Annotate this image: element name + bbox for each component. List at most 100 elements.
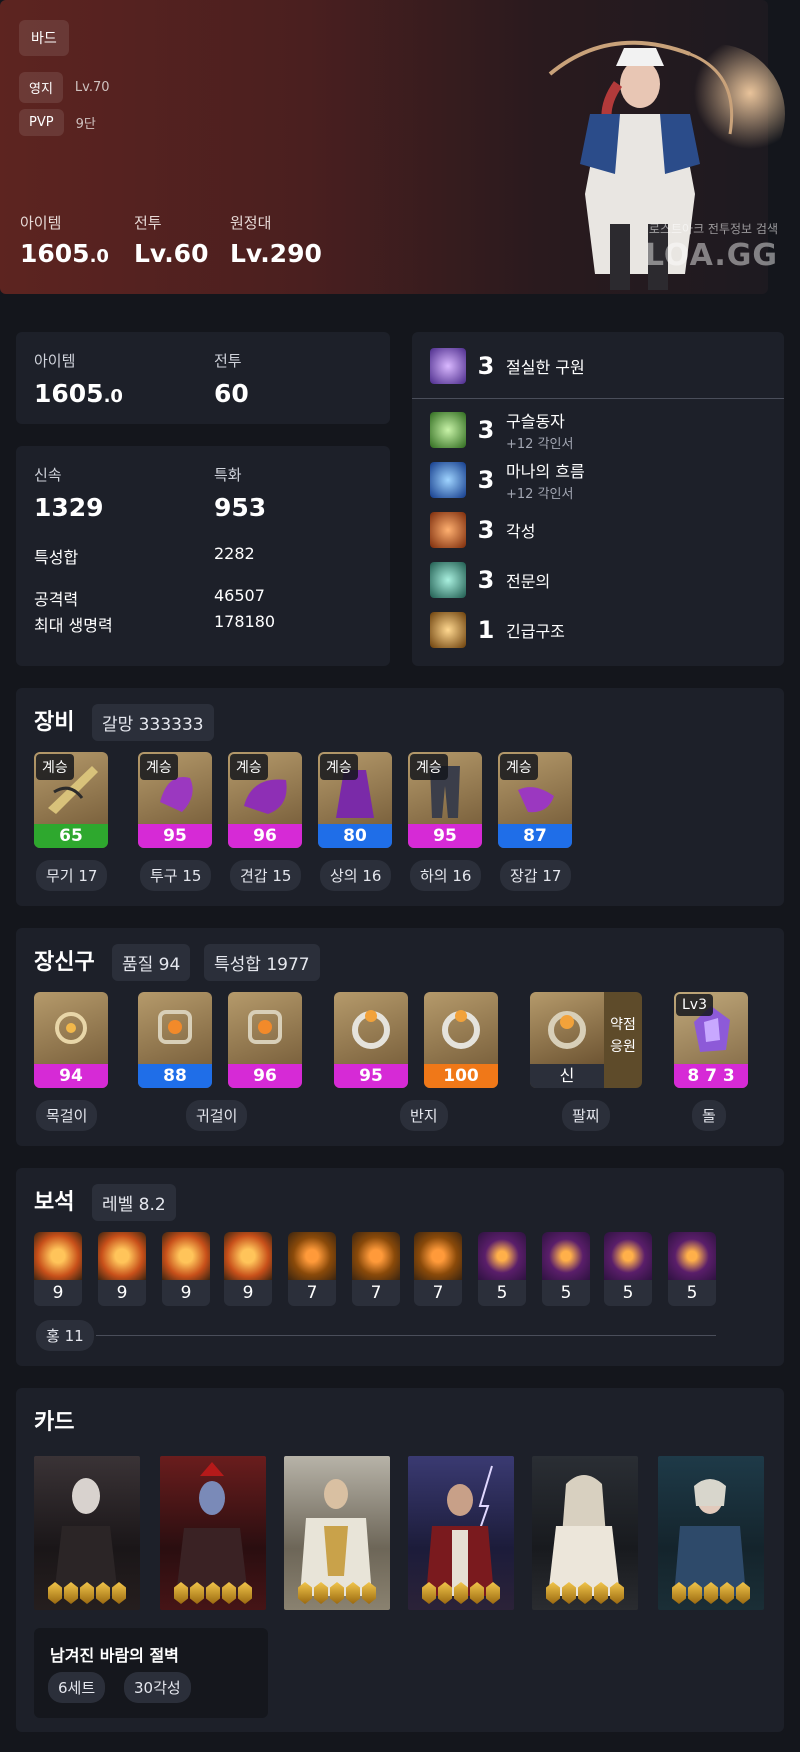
card[interactable]: [284, 1456, 390, 1610]
gem[interactable]: 5: [478, 1232, 526, 1306]
equipment-helmet[interactable]: 계승 95: [138, 752, 212, 848]
gem[interactable]: 5: [542, 1232, 590, 1306]
gem[interactable]: 5: [604, 1232, 652, 1306]
accessory-necklace[interactable]: 94: [34, 992, 108, 1088]
gem[interactable]: 9: [98, 1232, 146, 1306]
gem-level: 9: [224, 1280, 272, 1306]
estate-row: 영지 Lv.70: [19, 72, 110, 103]
swiftness-label: 신속: [34, 466, 62, 484]
max-hp-label: 최대 생명력: [34, 616, 113, 635]
card[interactable]: [408, 1456, 514, 1610]
combat-level-label: 전투: [214, 352, 242, 370]
bracelet-grade: 신: [530, 1064, 604, 1088]
card[interactable]: [658, 1456, 764, 1610]
item-level-label: 아이템: [34, 352, 76, 370]
card-awakening: [34, 1582, 140, 1604]
equipment-pants[interactable]: 계승 95: [408, 752, 482, 848]
gem[interactable]: 9: [224, 1232, 272, 1306]
stat-total-label: 특성합: [34, 548, 79, 567]
quality-bar: 95: [334, 1064, 408, 1088]
inherit-badge: 계승: [140, 754, 178, 780]
engraving-level: 1: [477, 616, 495, 644]
estate-value: Lv.70: [74, 80, 110, 95]
accessory-ring[interactable]: 100: [424, 992, 498, 1088]
equipment-label: 투구 15: [140, 860, 212, 891]
watermark-caption: 로스트아크 전투정보 검색: [648, 222, 778, 236]
stats-panel: 신속 1329 특화 953 특성합 2282 공격력 46507 최대 생명력…: [16, 446, 390, 666]
equipment-shoulder[interactable]: 계승 96: [228, 752, 302, 848]
swiftness-value: 1329: [34, 493, 104, 522]
gem-blossom-icon: [542, 1232, 590, 1280]
quality-bar: 96: [228, 1064, 302, 1088]
card-awakening: [284, 1582, 390, 1604]
equipment-weapon[interactable]: 계승 65: [34, 752, 108, 848]
hero-combat-value: Lv.60: [134, 239, 209, 268]
gem[interactable]: 9: [34, 1232, 82, 1306]
gem-level: 5: [668, 1280, 716, 1306]
attack-value: 46507: [214, 586, 265, 605]
pvp-value: 9단: [75, 117, 96, 132]
gems-panel: 보석 레벨 8.2 9 9 9 9 7 7 7 5 5 5 5 홍 11: [16, 1168, 784, 1366]
earring-icon: [248, 1010, 282, 1044]
engraving-level: 3: [477, 466, 495, 494]
hero-expedition-label: 원정대: [230, 214, 272, 232]
card-awakening: [658, 1582, 764, 1604]
gem-doomfire-icon: [162, 1232, 210, 1280]
equipment-gloves[interactable]: 계승 87: [498, 752, 572, 848]
equipment-label: 상의 16: [320, 860, 392, 891]
quality-bar: 65: [34, 824, 108, 848]
gem-level: 5: [478, 1280, 526, 1306]
accessory-earring[interactable]: 96: [228, 992, 302, 1088]
combat-level-block: 전투 60: [214, 350, 249, 408]
gem-blossom-icon: [668, 1232, 716, 1280]
accessories-quality-tag: 품질 94: [112, 944, 191, 981]
watermark-logo: LOA.GG: [644, 238, 778, 273]
engraving-row[interactable]: 3 구슬동자 +12 각인서: [430, 410, 573, 452]
hero-item-main: 1605: [20, 239, 90, 268]
accessory-label-stone: 돌: [692, 1100, 726, 1131]
specialization-label: 특화: [214, 466, 242, 484]
engraving-row[interactable]: 3 절실한 구원: [430, 346, 585, 386]
hero-expedition-level: 원정대 Lv.290: [230, 212, 322, 268]
gem[interactable]: 7: [352, 1232, 400, 1306]
accessory-earring[interactable]: 88: [138, 992, 212, 1088]
desperate-salvation-icon: [430, 348, 466, 384]
card[interactable]: [160, 1456, 266, 1610]
equipment-chest[interactable]: 계승 80: [318, 752, 392, 848]
gem[interactable]: 7: [414, 1232, 462, 1306]
gem-doomfire-icon: [224, 1232, 272, 1280]
engraving-divider: [412, 398, 784, 399]
ring-icon: [352, 1010, 390, 1049]
inherit-badge: 계승: [230, 754, 268, 780]
gem-level: 7: [288, 1280, 336, 1306]
card[interactable]: [532, 1456, 638, 1610]
equipment-label: 장갑 17: [500, 860, 572, 891]
engraving-row[interactable]: 3 마나의 흐름 +12 각인서: [430, 460, 585, 502]
gem-level: 9: [162, 1280, 210, 1306]
hero-combat-level: 전투 Lv.60: [134, 212, 208, 268]
card-set-name: 남겨진 바람의 절벽: [50, 1646, 179, 1665]
ability-stone[interactable]: Lv3 8 7 3: [674, 992, 748, 1088]
accessory-bracelet[interactable]: 신 약점 응원: [530, 992, 642, 1088]
swiftness-block: 신속 1329: [34, 464, 104, 522]
hero-expedition-value: Lv.290: [230, 239, 322, 268]
gem-divider: [96, 1335, 716, 1336]
gem[interactable]: 7: [288, 1232, 336, 1306]
quality-bar: 88: [138, 1064, 212, 1088]
engraving-row[interactable]: 1 긴급구조: [430, 610, 565, 650]
drops-of-ether-icon: [430, 412, 466, 448]
gem[interactable]: 5: [668, 1232, 716, 1306]
card[interactable]: [34, 1456, 140, 1610]
engraving-row[interactable]: 3 전문의: [430, 560, 550, 600]
combat-level-value: 60: [214, 379, 249, 408]
bracelet-effect: 약점 응원: [610, 1017, 636, 1055]
inherit-badge: 계승: [500, 754, 538, 780]
gem-doomfire-icon: [288, 1232, 336, 1280]
accessory-ring[interactable]: 95: [334, 992, 408, 1088]
expert-icon: [430, 562, 466, 598]
engraving-row[interactable]: 3 각성: [430, 510, 535, 550]
accessory-label-bracelet: 팔찌: [562, 1100, 610, 1131]
gem[interactable]: 9: [162, 1232, 210, 1306]
bracelet-icon: [548, 1011, 586, 1049]
equipment-set-tag: 갈망 333333: [92, 704, 214, 741]
